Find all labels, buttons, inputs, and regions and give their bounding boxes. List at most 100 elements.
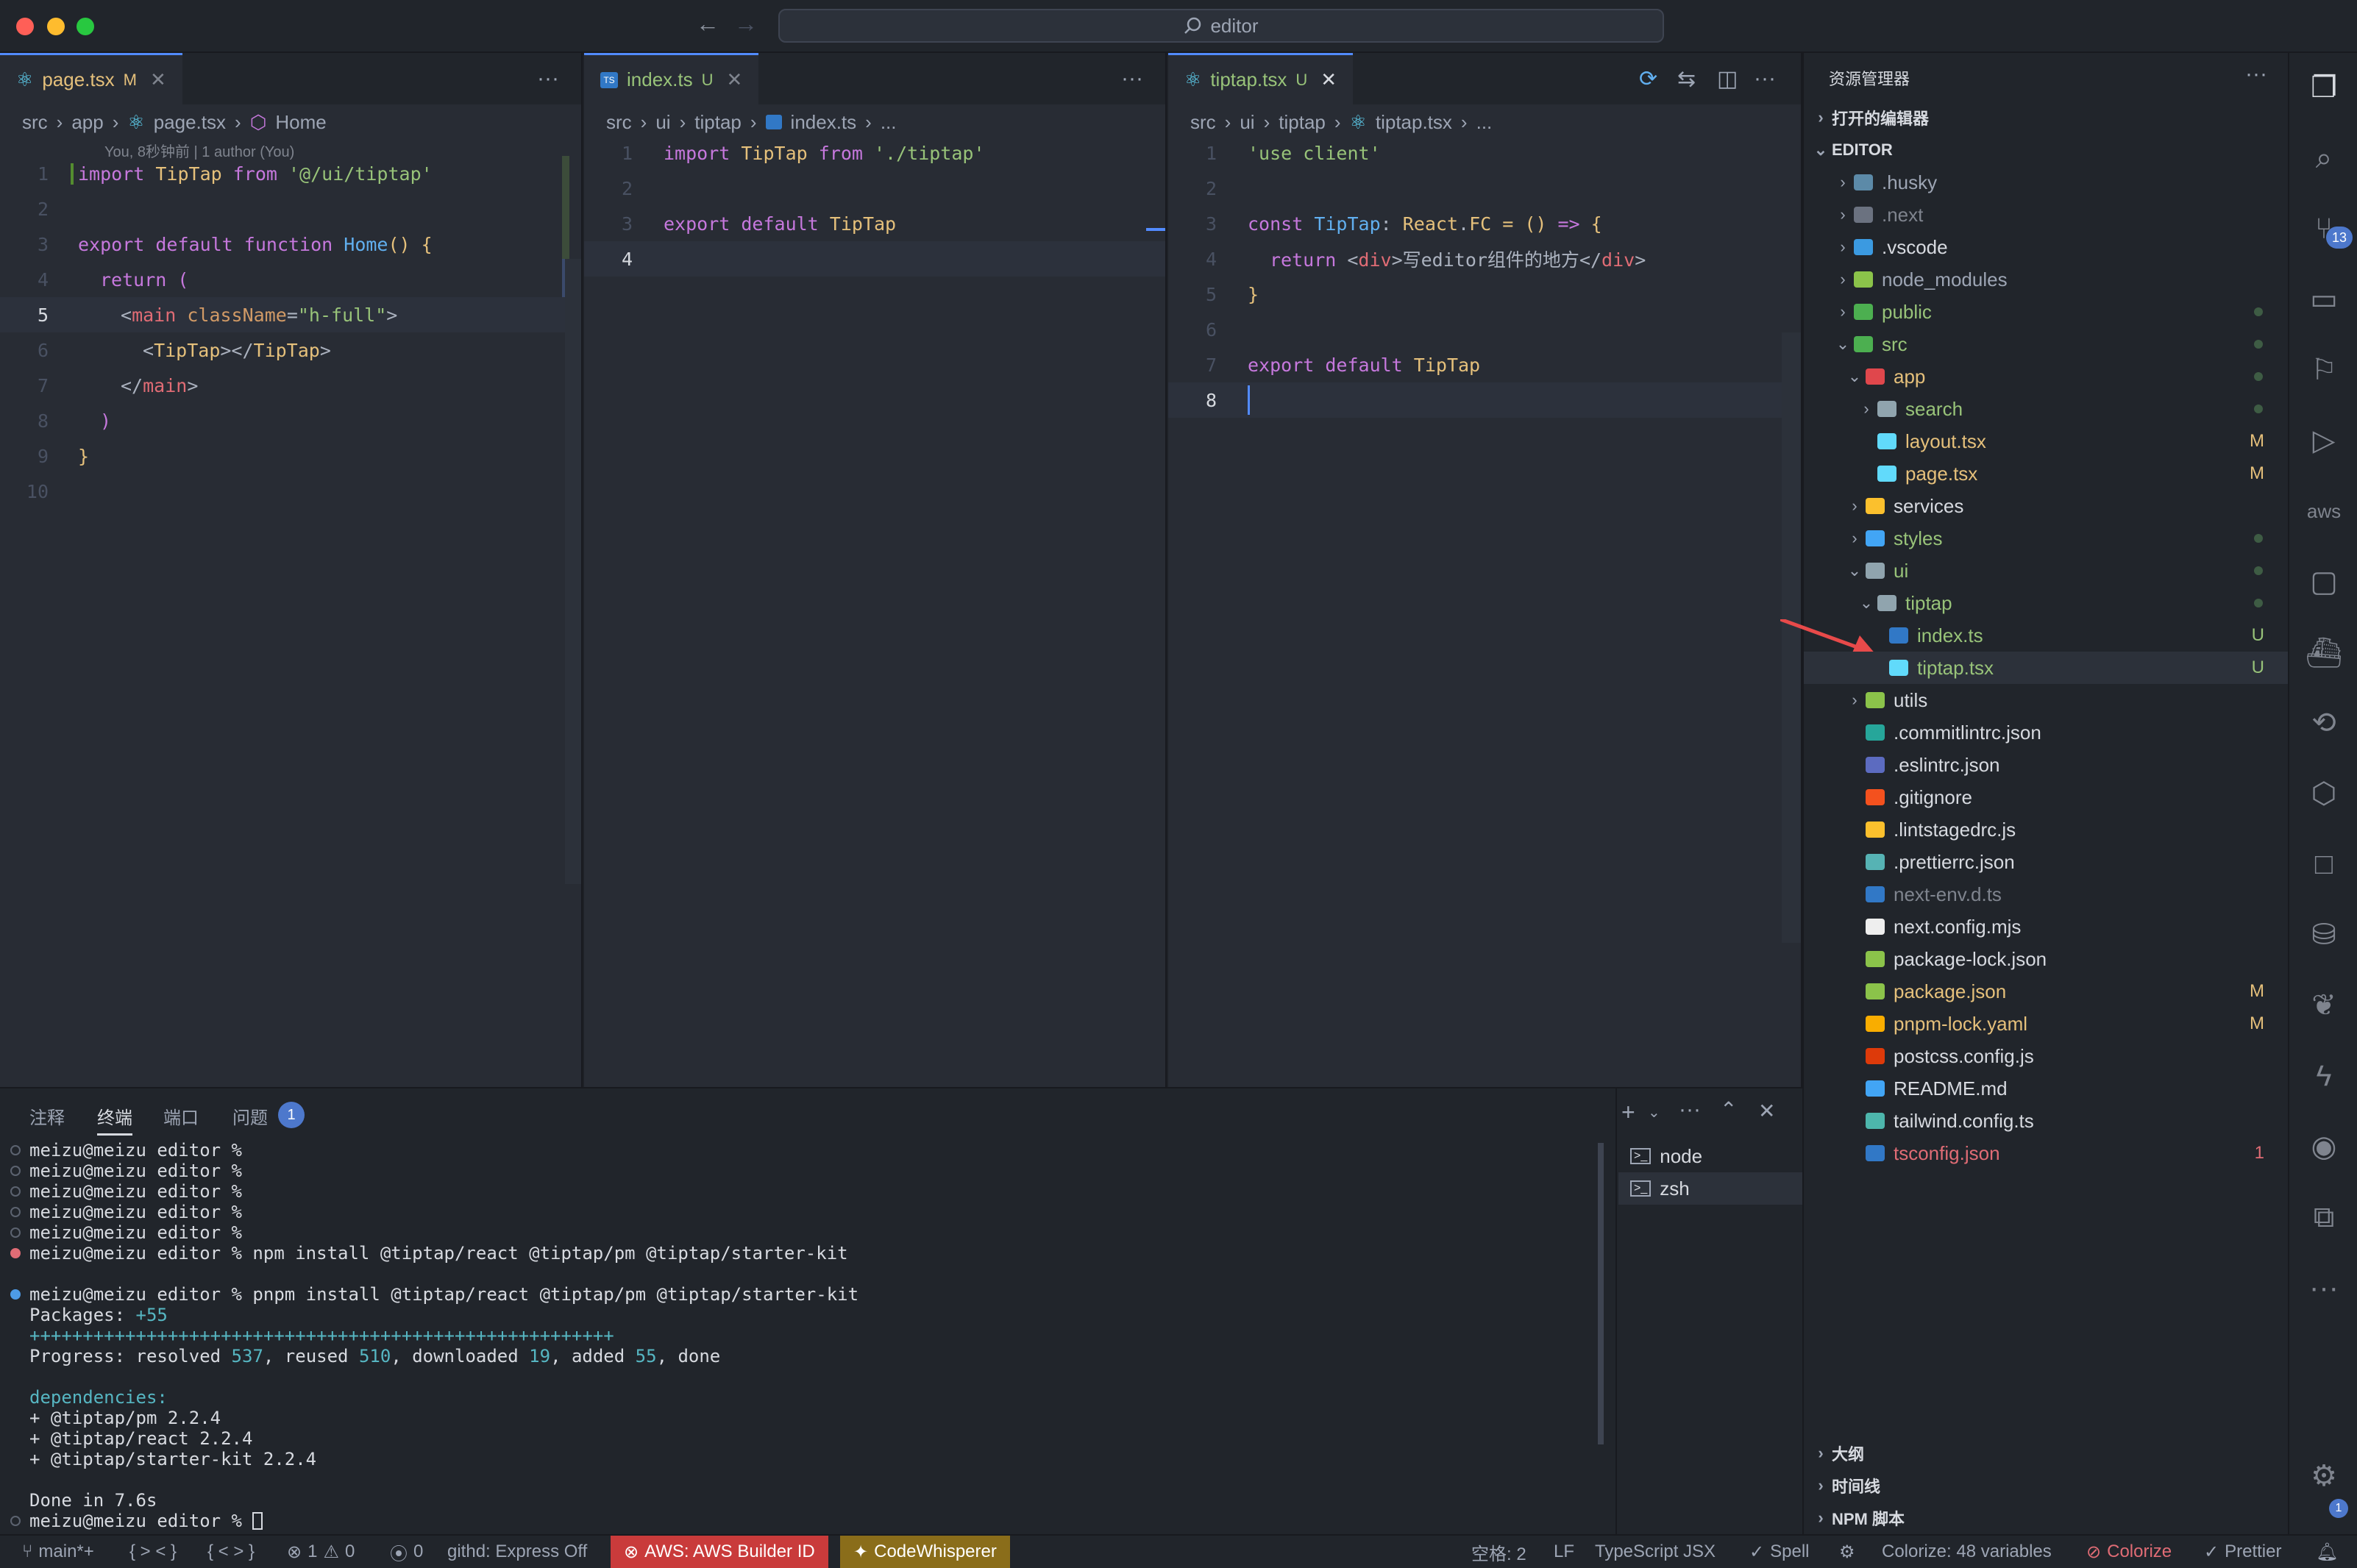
bracket-status[interactable]: { < > } <box>207 1536 255 1568</box>
breadcrumb-item[interactable]: page.tsx <box>154 111 226 134</box>
breadcrumb-item[interactable]: src <box>606 111 632 134</box>
eol-status[interactable]: LF <box>1554 1536 1574 1568</box>
more-actions-icon[interactable]: ··· <box>1121 66 1143 91</box>
tree-item[interactable]: page.tsx M <box>1804 457 2288 490</box>
more-actions-icon[interactable]: ··· <box>1754 66 1776 91</box>
remote-explorer-icon[interactable]: ▢ <box>2289 556 2357 607</box>
extensions-icon[interactable]: ⧉ <box>2289 1191 2357 1243</box>
back-arrow-icon[interactable]: ← <box>696 10 719 38</box>
maximize-window-button[interactable] <box>77 18 94 35</box>
settings-gear-icon[interactable]: ⚙ <box>2289 1450 2357 1502</box>
tree-item[interactable]: › search <box>1804 393 2288 425</box>
hexagon-icon[interactable]: ⬡ <box>2289 768 2357 819</box>
tree-item[interactable]: postcss.config.js <box>1804 1040 2288 1072</box>
tree-item[interactable]: tailwind.config.ts <box>1804 1105 2288 1137</box>
mongodb-leaf-icon[interactable]: ❦ <box>2289 980 2357 1031</box>
more-actions-icon[interactable]: ··· <box>537 66 559 91</box>
database-icon[interactable]: ⛁ <box>2289 909 2357 961</box>
folder-icon[interactable]: ▭ <box>2289 274 2357 325</box>
language-status[interactable]: TypeScript JSX <box>1595 1536 1716 1568</box>
tree-item[interactable]: .eslintrc.json <box>1804 749 2288 781</box>
bracket-status[interactable]: { > < } <box>129 1536 177 1568</box>
run-debug-icon[interactable]: ▷ <box>2289 415 2357 466</box>
tree-item[interactable]: README.md <box>1804 1072 2288 1105</box>
timeline-section[interactable]: › 时间线 <box>1804 1469 2288 1502</box>
bookmark-icon[interactable]: ⚐ <box>2289 344 2357 396</box>
new-terminal-icon[interactable]: + <box>1621 1099 1635 1126</box>
colorize-variables-status[interactable]: Colorize: 48 variables <box>1882 1536 2052 1568</box>
spell-status[interactable]: ✓ Spell <box>1749 1536 1809 1568</box>
panel-tab-ports[interactable]: 端口 <box>163 1103 199 1129</box>
close-icon[interactable]: ✕ <box>150 68 166 91</box>
breadcrumb-item[interactable]: Home <box>275 111 326 134</box>
colorize-status[interactable]: ⊘ Colorize <box>2086 1536 2172 1568</box>
branch-status[interactable]: ⑂ main*+ <box>22 1536 94 1568</box>
more-actions-icon[interactable]: ··· <box>2245 62 2267 87</box>
tree-item[interactable]: package.json M <box>1804 975 2288 1008</box>
close-icon[interactable]: ✕ <box>727 68 743 91</box>
tree-item[interactable]: › .husky <box>1804 166 2288 199</box>
aws-icon[interactable]: aws <box>2289 485 2357 537</box>
breadcrumb-item[interactable]: tiptap <box>694 111 742 134</box>
editor-root-section[interactable]: ⌄ EDITOR <box>1804 134 2288 166</box>
command-center-search[interactable]: editor <box>778 9 1664 43</box>
tree-item[interactable]: ⌄ src <box>1804 328 2288 360</box>
tree-item[interactable]: .gitignore <box>1804 781 2288 813</box>
tree-item[interactable]: next.config.mjs <box>1804 910 2288 943</box>
tree-item[interactable]: › public <box>1804 296 2288 328</box>
terminal-output[interactable]: meizu@meizu editor % meizu@meizu editor … <box>10 1140 1592 1534</box>
sync-icon[interactable]: ⟲ <box>2289 697 2357 749</box>
breadcrumb-item[interactable]: ... <box>1476 111 1493 134</box>
tree-item[interactable]: › styles <box>1804 522 2288 555</box>
notifications-bell-icon[interactable]: 🔔︎ <box>2316 1536 2338 1568</box>
tree-item[interactable]: › .next <box>1804 199 2288 231</box>
tree-item[interactable]: ⌄ tiptap <box>1804 587 2288 619</box>
indentation-status[interactable]: 空格: 2 <box>1471 1536 1526 1568</box>
githd-status[interactable]: githd: Express Off <box>447 1536 587 1568</box>
tree-item[interactable]: index.ts U <box>1804 619 2288 652</box>
tree-item[interactable]: › utils <box>1804 684 2288 716</box>
prettier-status[interactable]: ✓ Prettier <box>2204 1536 2281 1568</box>
scrollbar[interactable] <box>565 259 581 884</box>
panel-tab-comments[interactable]: 注释 <box>29 1103 65 1129</box>
breadcrumb-item[interactable]: ... <box>881 111 897 134</box>
tree-item[interactable]: .lintstagedrc.js <box>1804 813 2288 846</box>
tree-item[interactable]: layout.tsx M <box>1804 425 2288 457</box>
tree-item[interactable]: › node_modules <box>1804 263 2288 296</box>
tree-item[interactable]: pnpm-lock.yaml M <box>1804 1008 2288 1040</box>
tree-item[interactable]: tiptap.tsx U <box>1804 652 2288 684</box>
forward-arrow-icon[interactable]: → <box>734 10 758 38</box>
search-icon[interactable]: ⌕ <box>2289 132 2357 184</box>
tree-item[interactable]: › .vscode <box>1804 231 2288 263</box>
more-actions-icon[interactable]: ··· <box>1679 1097 1701 1122</box>
docker-icon[interactable]: ⛴ <box>2289 627 2357 678</box>
thunder-icon[interactable]: ϟ <box>2289 1050 2357 1102</box>
close-window-button[interactable] <box>16 18 34 35</box>
ports-status[interactable]: ⦿ 0 <box>390 1536 423 1568</box>
tree-item[interactable]: .prettierrc.json <box>1804 846 2288 878</box>
close-icon[interactable]: ✕ <box>1320 68 1337 91</box>
open-editors-section[interactable]: › 打开的编辑器 <box>1804 101 2288 134</box>
breadcrumb-item[interactable]: tiptap <box>1279 111 1326 134</box>
tree-item[interactable]: package-lock.json <box>1804 943 2288 975</box>
breadcrumb-item[interactable]: index.ts <box>791 111 857 134</box>
close-panel-icon[interactable]: ✕ <box>1758 1099 1775 1123</box>
tree-item[interactable]: tsconfig.json 1 <box>1804 1137 2288 1169</box>
tree-item[interactable]: ⌄ app <box>1804 360 2288 393</box>
github-icon[interactable]: ◉ <box>2289 1121 2357 1172</box>
tab-page-tsx[interactable]: ⚛ page.tsx M ✕ <box>0 53 182 104</box>
tree-item[interactable]: › services <box>1804 490 2288 522</box>
tab-index-ts[interactable]: TS index.ts U ✕ <box>584 53 759 104</box>
minimize-window-button[interactable] <box>47 18 65 35</box>
maximize-panel-icon[interactable]: ⌃ <box>1720 1097 1737 1122</box>
terminal-list-item-zsh[interactable]: >_ zsh <box>1618 1172 1802 1205</box>
breadcrumb-item[interactable]: ui <box>1240 111 1254 134</box>
npm-scripts-section[interactable]: › NPM 脚本 <box>1804 1502 2288 1534</box>
codewhisperer-status[interactable]: ✦ CodeWhisperer <box>840 1536 1010 1568</box>
aws-status[interactable]: ⊗ AWS: AWS Builder ID <box>611 1536 828 1568</box>
square-icon[interactable]: □ <box>2289 838 2357 890</box>
tree-item[interactable]: ⌄ ui <box>1804 555 2288 587</box>
copilot-icon[interactable]: ⚙ <box>1839 1536 1855 1568</box>
terminal-list-item-node[interactable]: >_ node <box>1618 1140 1802 1172</box>
breadcrumb-item[interactable]: src <box>1190 111 1216 134</box>
